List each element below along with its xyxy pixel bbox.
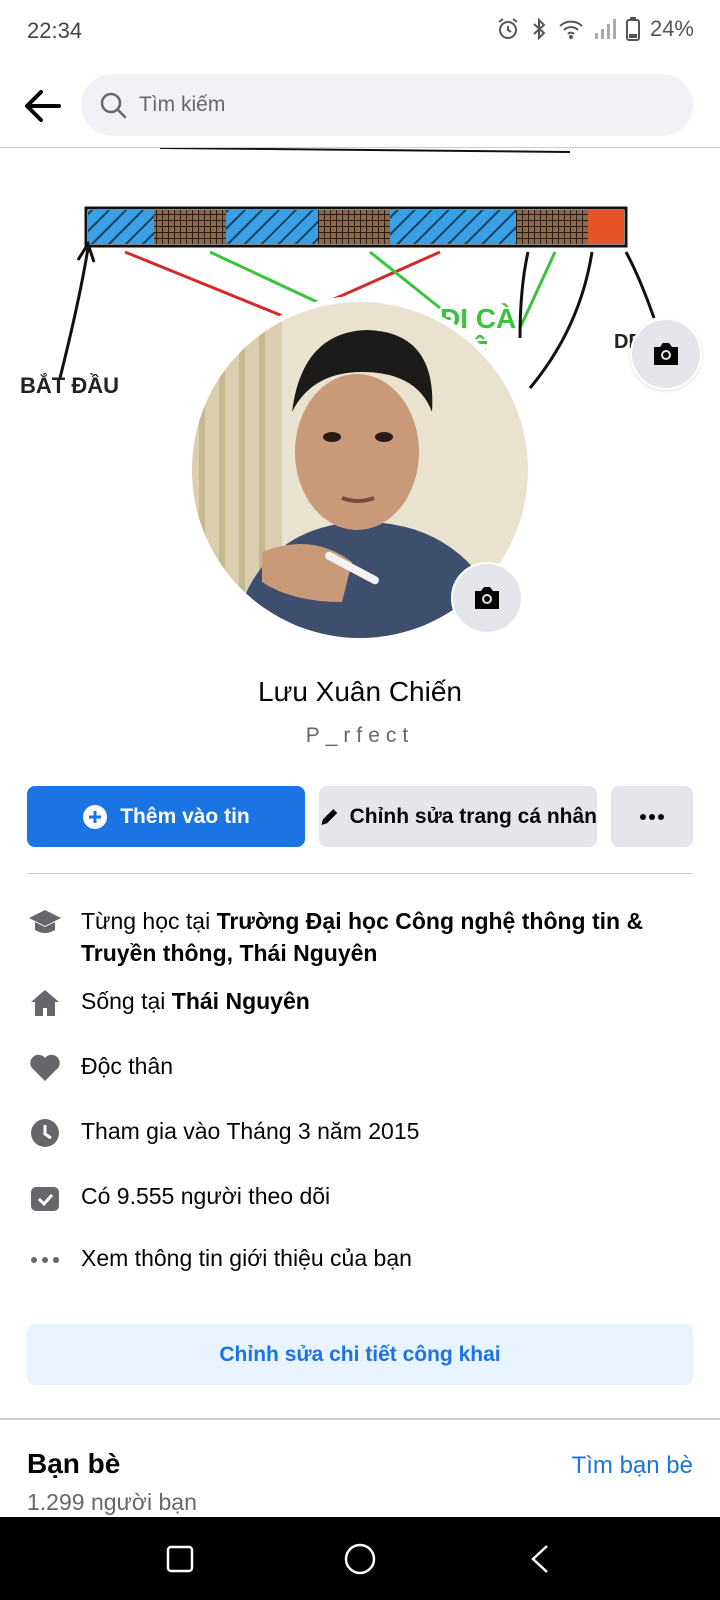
edit-profile-picture-button[interactable] [451, 562, 523, 634]
add-to-story-label: Thêm vào tin [120, 804, 250, 828]
pencil-icon [321, 808, 338, 825]
detail-education: Từng học tại Trường Đại học Công nghệ th… [27, 905, 693, 969]
profile-name: Lưu Xuân Chiến [258, 676, 462, 707]
more-dots-icon [640, 813, 664, 820]
detail-lives-in-prefix: Sống tại [81, 988, 172, 1014]
signal-icon [594, 19, 616, 39]
system-nav-bar [0, 1517, 720, 1600]
camera-icon [475, 587, 499, 609]
square-icon [166, 1545, 194, 1572]
wifi-icon [559, 20, 583, 39]
detail-see-about-text: Xem thông tin giới thiệu của bạn [81, 1245, 412, 1271]
edit-public-details-button[interactable]: Chỉnh sửa chi tiết công khai [27, 1324, 693, 1385]
search-header [0, 64, 720, 148]
chevron-left-icon [531, 1544, 548, 1573]
detail-lives-in: Sống tại Thái Nguyên [27, 985, 693, 1021]
search-icon [100, 92, 127, 119]
edit-profile-button[interactable]: Chỉnh sửa trang cá nhân [319, 786, 597, 847]
detail-relationship-text: Độc thân [81, 1053, 174, 1079]
cover-text-start: BẮT ĐẦU [20, 373, 119, 398]
status-bar: 22:34 24% [0, 0, 720, 64]
battery-icon [625, 17, 640, 41]
edit-profile-label: Chỉnh sửa trang cá nhân [349, 804, 597, 828]
add-to-story-button[interactable]: Thêm vào tin [27, 786, 305, 847]
edit-cover-button[interactable] [630, 318, 702, 390]
bluetooth-icon [533, 17, 546, 41]
detail-followers-text: Có 9.555 người theo dõi [81, 1183, 331, 1209]
circle-icon [344, 1543, 376, 1574]
detail-lives-in-place[interactable]: Thái Nguyên [172, 988, 310, 1014]
plus-circle-icon [83, 804, 108, 829]
home-icon [27, 985, 63, 1021]
status-time: 22:34 [27, 18, 83, 43]
detail-see-about[interactable]: Xem thông tin giới thiệu của bạn [27, 1242, 693, 1278]
profile-actions: Thêm vào tin Chỉnh sửa trang cá nhân [27, 786, 693, 847]
search-input[interactable] [139, 93, 659, 117]
more-options-button[interactable] [611, 786, 693, 847]
system-back-button[interactable] [520, 1539, 560, 1579]
divider [27, 873, 693, 874]
friends-count: 1.299 người bạn [27, 1489, 197, 1515]
section-divider [0, 1418, 720, 1420]
find-friends-link[interactable]: Tìm bạn bè [572, 1452, 693, 1480]
detail-joined: Tham gia vào Tháng 3 năm 2015 [27, 1115, 693, 1151]
detail-joined-text: Tham gia vào Tháng 3 năm 2015 [81, 1118, 420, 1144]
back-button[interactable] [20, 84, 64, 128]
detail-followers[interactable]: Có 9.555 người theo dõi [27, 1180, 693, 1216]
battery-level: 24% [649, 16, 694, 41]
back-arrow-icon [25, 90, 61, 122]
clock-icon [27, 1115, 63, 1151]
camera-icon [654, 343, 678, 365]
home-button[interactable] [340, 1539, 380, 1579]
detail-relationship: Độc thân [27, 1050, 693, 1086]
alarm-icon [498, 18, 518, 39]
detail-education-prefix: Từng học tại [81, 908, 217, 934]
followers-icon [27, 1180, 63, 1216]
graduation-cap-icon [27, 905, 63, 941]
more-dots-icon [27, 1242, 63, 1278]
heart-icon [27, 1050, 63, 1086]
profile-bio: P_rfect [305, 724, 415, 747]
status-icons: 24% [496, 16, 694, 42]
recent-apps-button[interactable] [160, 1539, 200, 1579]
search-bar[interactable] [81, 74, 693, 136]
friends-title: Bạn bè [27, 1448, 121, 1479]
